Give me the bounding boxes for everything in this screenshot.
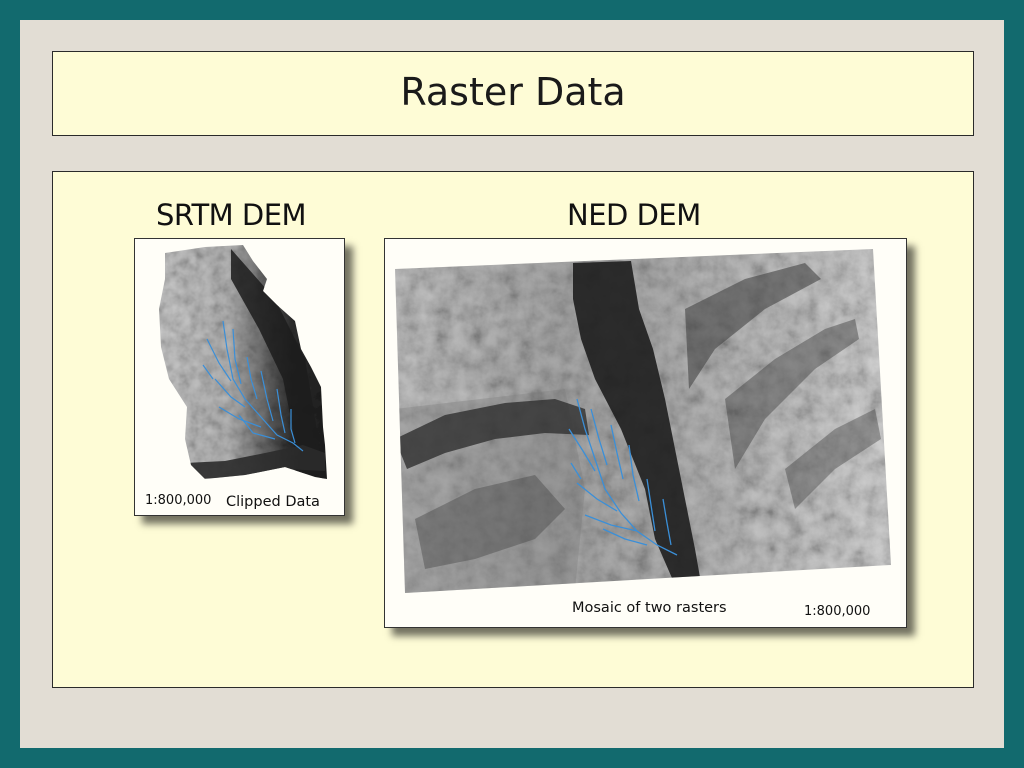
slide: Raster Data SRTM DEM NED DEM 1:800,000 C… bbox=[20, 20, 1004, 748]
ned-dem-map-image bbox=[395, 249, 891, 593]
content-panel: SRTM DEM NED DEM 1:800,000 Clipped Data … bbox=[52, 171, 974, 688]
ned-caption: Mosaic of two rasters bbox=[572, 600, 727, 616]
ned-map-frame: Mosaic of two rasters 1:800,000 bbox=[384, 238, 907, 628]
srtm-scale-label: 1:800,000 bbox=[145, 493, 212, 508]
srtm-caption: Clipped Data bbox=[226, 494, 320, 510]
title-box: Raster Data bbox=[52, 51, 974, 136]
srtm-map-frame: 1:800,000 Clipped Data bbox=[134, 238, 345, 516]
ned-scale-label: 1:800,000 bbox=[804, 604, 871, 619]
ned-dem-heading: NED DEM bbox=[567, 198, 701, 232]
slide-title: Raster Data bbox=[400, 70, 626, 114]
srtm-dem-heading: SRTM DEM bbox=[156, 198, 307, 232]
srtm-dem-map-image bbox=[159, 245, 327, 479]
